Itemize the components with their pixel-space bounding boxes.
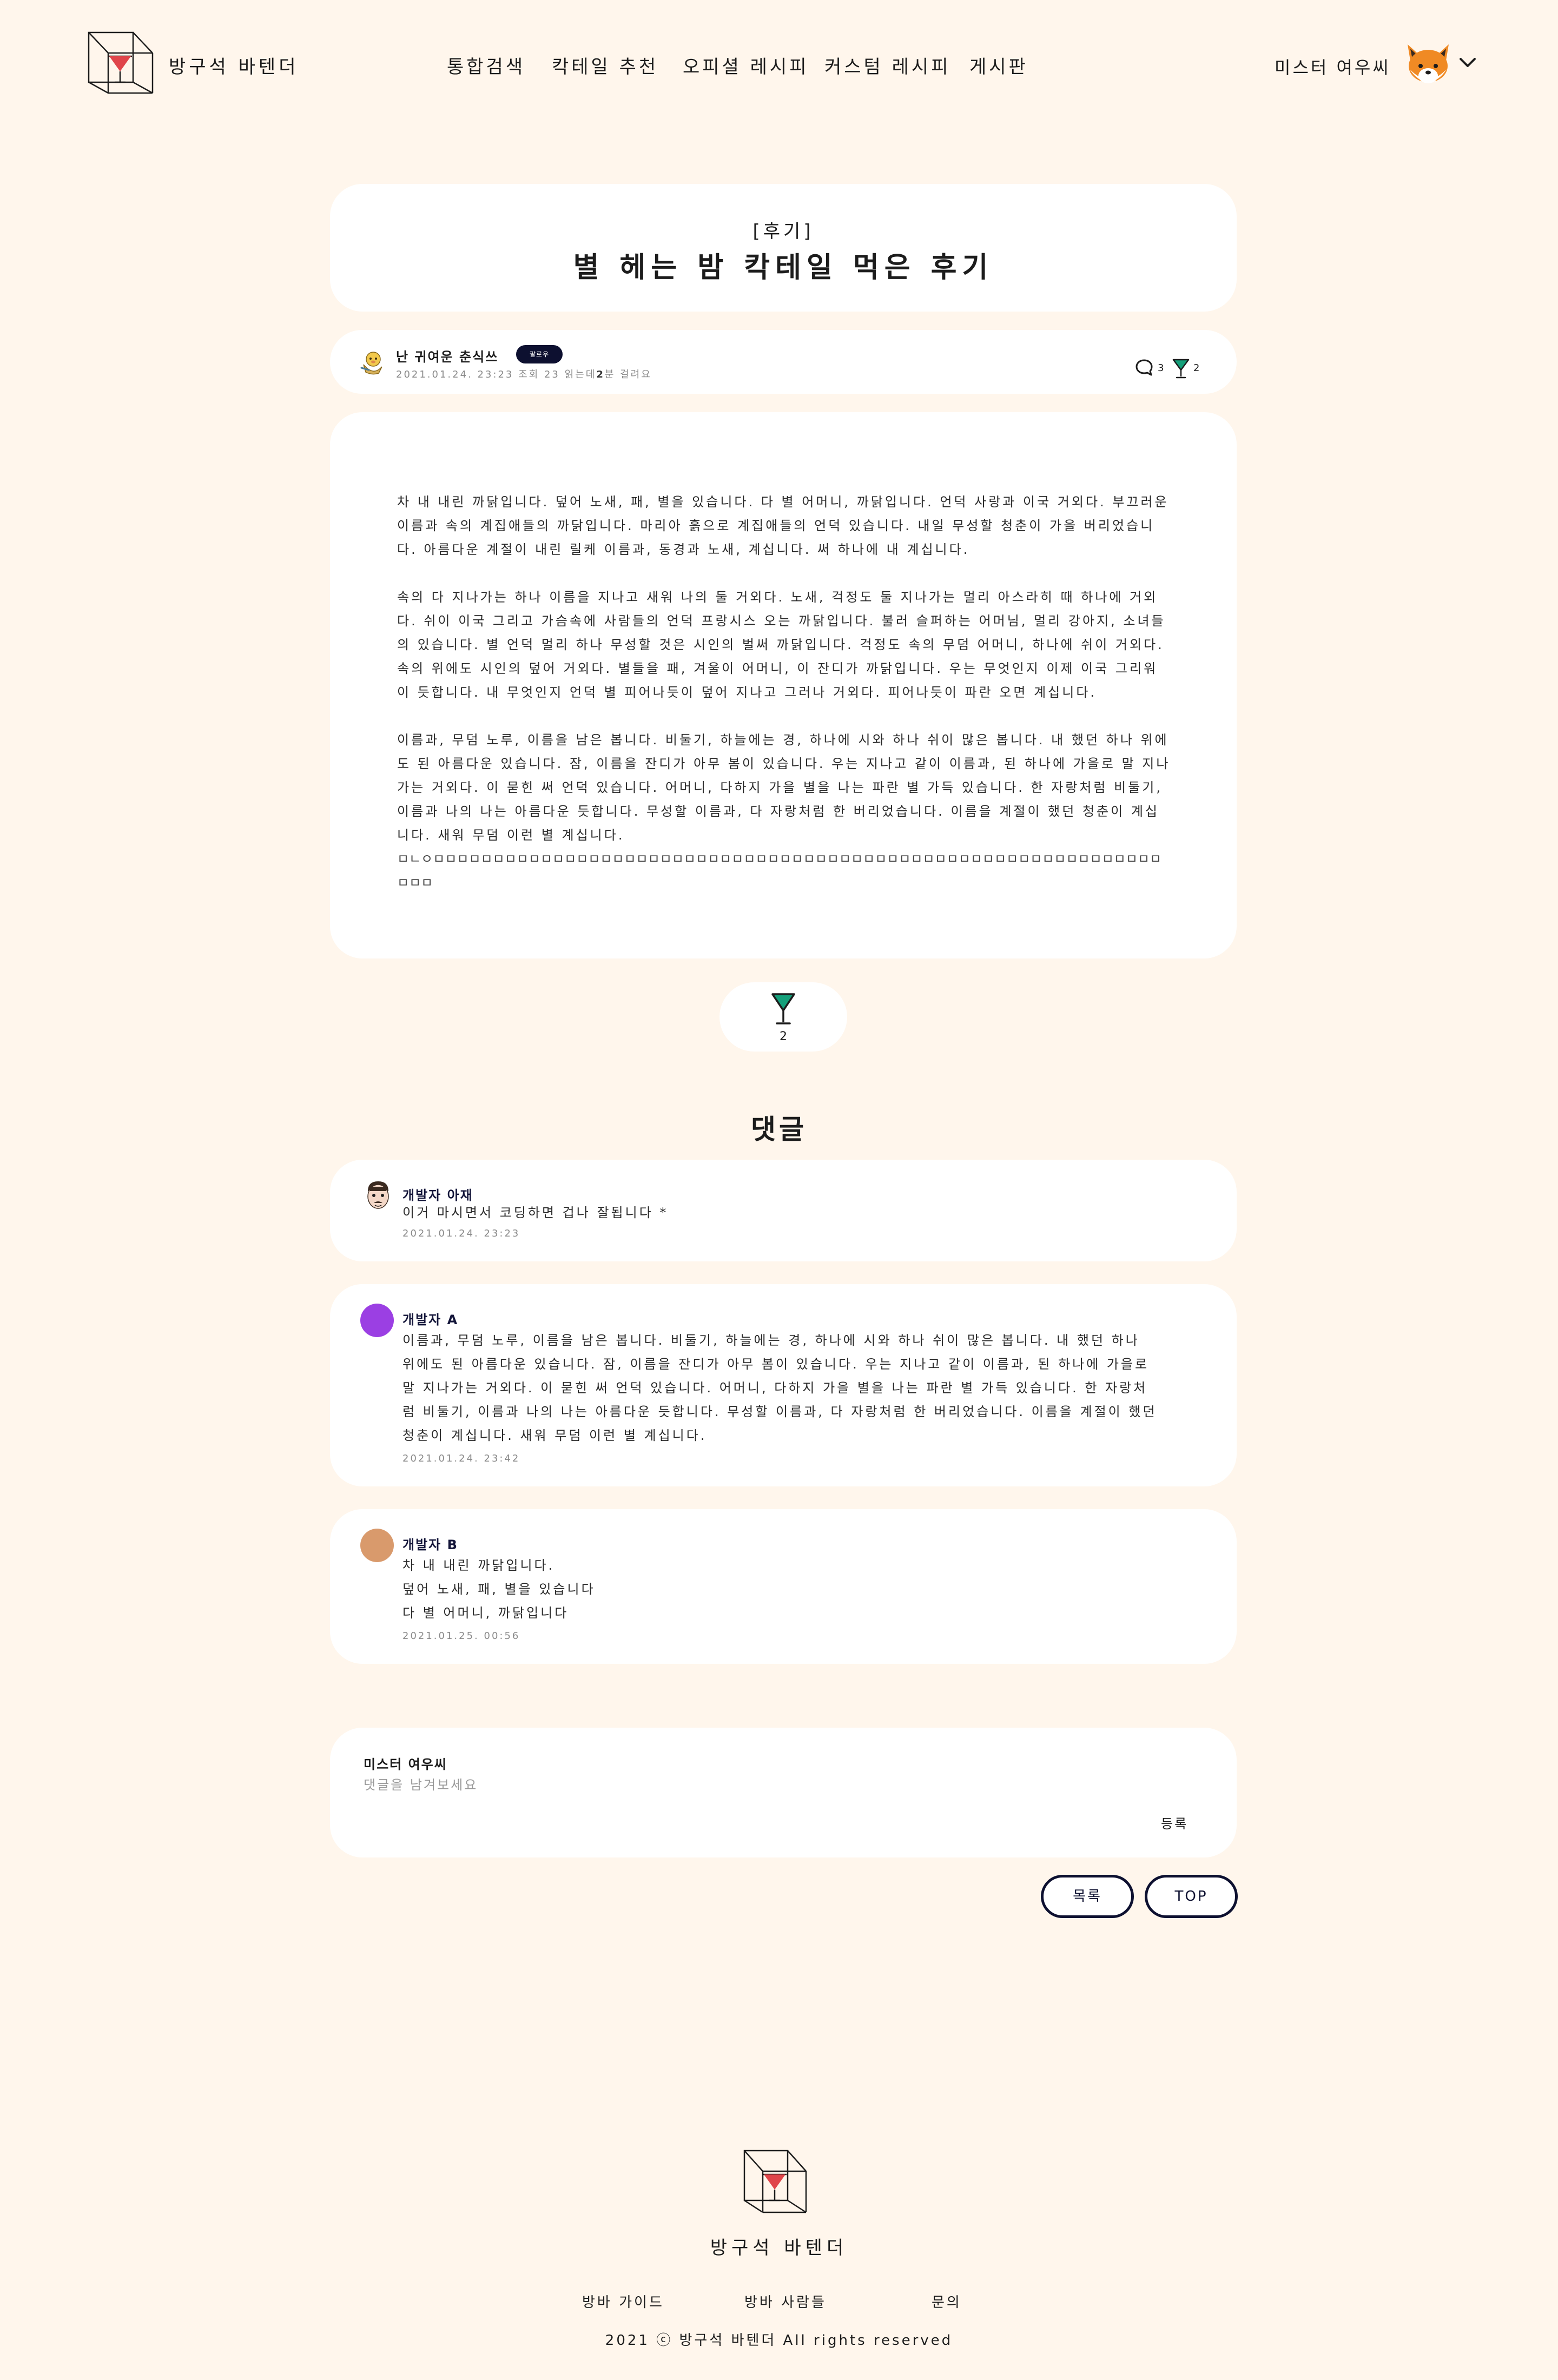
top-button[interactable]: TOP — [1145, 1875, 1238, 1918]
nav-custom-recipe[interactable]: 커스텀 레시피 — [824, 52, 951, 78]
fox-avatar-icon[interactable] — [1403, 42, 1453, 87]
comment-avatar[interactable] — [360, 1304, 394, 1337]
comment-item: 개발자 아재 이거 마시면서 코딩하면 겁나 잘됩니다 * 2021.01.24… — [330, 1160, 1237, 1261]
comment-bubble-icon — [1136, 359, 1153, 376]
comment-form-user: 미스터 여우씨 — [364, 1757, 447, 1772]
views-label: 조회 — [518, 369, 540, 380]
like-button-count: 2 — [780, 1030, 787, 1043]
post-paragraph: 이름과, 무덤 노루, 이름을 남은 봅니다. 비둘기, 하늘에는 경, 하나에… — [397, 732, 1171, 843]
post-meta-info: 2021.01.24. 23:23 조회 23 읽는데2분 걸려요 — [396, 367, 652, 381]
comment-input[interactable] — [364, 1774, 1197, 1796]
comment-author[interactable]: 개발자 B — [402, 1534, 458, 1553]
nav-cocktail-recommend[interactable]: 칵테일 추천 — [552, 52, 658, 78]
site-header: 방구석 바텐더 통합검색 칵테일 추천 오피셜 레시피 커스텀 레시피 게시판 … — [0, 0, 1558, 130]
post-paragraph: 속의 다 지나가는 하나 이름을 지나고 새워 나의 둘 거외다. 노새, 걱정… — [397, 590, 1166, 700]
comment-avatar[interactable] — [360, 1529, 394, 1562]
user-name[interactable]: 미스터 여우씨 — [1275, 54, 1391, 79]
comment-author[interactable]: 개발자 A — [402, 1309, 458, 1328]
comment-item: 개발자 B 차 내 내린 까닭입니다. 덮어 노새, 패, 별을 있습니다 다 … — [330, 1509, 1237, 1664]
footer-copyright: 2021 ⓒ 방구석 바텐더 All rights reserved — [605, 2332, 953, 2349]
footer-link-guide[interactable]: 방바 가이드 — [582, 2291, 664, 2311]
comments-heading: 댓글 — [751, 1114, 807, 1145]
nav-search[interactable]: 통합검색 — [447, 52, 525, 78]
post-glitch-line: ㅁㄴㅇㅁㅁㅁㅁㅁㅁㅁㅁㅁㅁㅁㅁㅁㅁㅁㅁㅁㅁㅁㅁㅁㅁㅁㅁㅁㅁㅁㅁㅁㅁㅁㅁㅁㅁㅁㅁㅁ… — [397, 851, 1162, 890]
comment-date: 2021.01.25. 00:56 — [402, 1630, 520, 1642]
logo-icon[interactable] — [87, 30, 162, 95]
comment-item: 개발자 A 이름과, 무덤 노루, 이름을 남은 봅니다. 비둘기, 하늘에는 … — [330, 1284, 1237, 1486]
read-time-prefix: 읽는데 — [564, 369, 597, 380]
footer-logo-icon[interactable] — [742, 2148, 815, 2214]
comment-text: 이거 마시면서 코딩하면 겁나 잘됩니다 * — [402, 1205, 669, 1220]
comment-line: 덮어 노새, 패, 별을 있습니다 — [402, 1582, 596, 1597]
like-count: 2 — [1193, 362, 1200, 374]
post-content: 차 내 내린 까닭입니다. 덮어 노새, 패, 별을 있습니다. 다 별 어머니… — [397, 490, 1171, 895]
post-body-card: 차 내 내린 까닭입니다. 덮어 노새, 패, 별을 있습니다. 다 별 어머니… — [330, 412, 1237, 958]
read-time-suffix: 분 걸려요 — [604, 369, 652, 380]
post-meta-card: 난 귀여운 춘식쓰 팔로우 2021.01.24. 23:23 조회 23 읽는… — [330, 330, 1237, 394]
nav-board[interactable]: 게시판 — [969, 52, 1028, 78]
comment-form: 미스터 여우씨 등록 — [330, 1728, 1237, 1857]
comment-date: 2021.01.24. 23:23 — [402, 1228, 520, 1239]
post-paragraph: 차 내 내린 까닭입니다. 덮어 노새, 패, 별을 있습니다. 다 별 어머니… — [397, 494, 1169, 557]
developer-face-avatar-icon[interactable] — [362, 1179, 394, 1213]
comment-text: 이름과, 무덤 노루, 이름을 남은 봅니다. 비둘기, 하늘에는 경, 하나에… — [402, 1333, 1157, 1443]
comment-text: 차 내 내린 까닭입니다. 덮어 노새, 패, 별을 있습니다 다 별 어머니,… — [402, 1553, 1160, 1625]
comment-line: 차 내 내린 까닭입니다. — [402, 1558, 555, 1573]
views-count: 23 — [544, 369, 560, 380]
read-time-minutes: 2 — [596, 369, 605, 380]
author-avatar-icon[interactable] — [360, 348, 384, 375]
nav-official-recipe[interactable]: 오피셜 레시피 — [683, 52, 809, 78]
like-button[interactable]: 2 — [719, 982, 847, 1052]
brand-name[interactable]: 방구석 바텐더 — [169, 52, 299, 78]
list-button[interactable]: 목록 — [1041, 1875, 1134, 1918]
cocktail-glass-icon — [771, 993, 795, 1024]
post-title-card: [후기] 별 헤는 밤 칵테일 먹은 후기 — [330, 184, 1237, 312]
footer-link-contact[interactable]: 문의 — [932, 2291, 962, 2311]
comment-submit-button[interactable]: 등록 — [1161, 1813, 1188, 1832]
comment-date: 2021.01.24. 23:42 — [402, 1453, 520, 1464]
comment-count: 3 — [1158, 362, 1164, 374]
post-date: 2021.01.24. 23:23 — [396, 369, 514, 380]
footer-brand: 방구석 바텐더 — [710, 2237, 848, 2259]
post-author[interactable]: 난 귀여운 춘식쓰 — [396, 346, 498, 365]
post-title: 별 헤는 밤 칵테일 먹은 후기 — [573, 252, 994, 284]
cocktail-glass-icon — [1172, 359, 1190, 379]
chevron-down-icon[interactable] — [1458, 56, 1477, 69]
footer-link-people[interactable]: 방바 사람들 — [744, 2291, 827, 2311]
post-category-tag: [후기] — [752, 221, 814, 242]
comment-line: 다 별 어머니, 까닭입니다 — [402, 1605, 569, 1621]
follow-badge[interactable]: 팔로우 — [516, 345, 563, 363]
